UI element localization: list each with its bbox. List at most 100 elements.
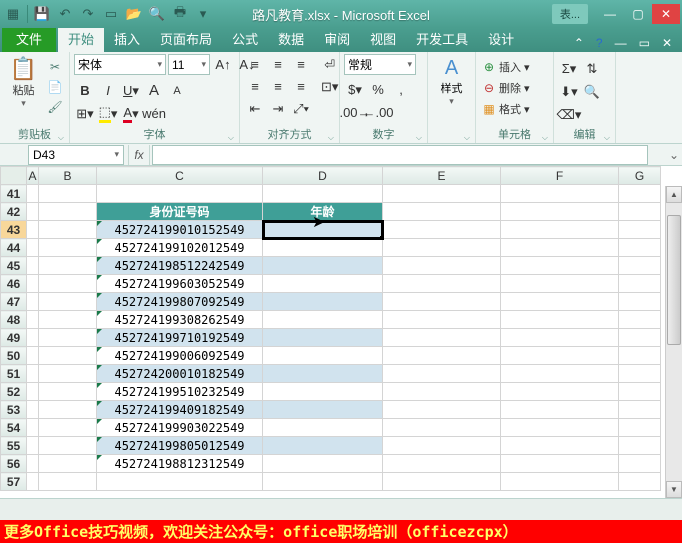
spreadsheet-grid[interactable]: A B C D E F G 4142身份证号码年龄434527241990101… [0,166,682,498]
cell[interactable] [263,437,383,455]
tab-dev[interactable]: 开发工具 [406,25,478,52]
font-big-a[interactable]: A [143,80,165,101]
col-header[interactable]: F [501,167,619,185]
col-header[interactable]: A [27,167,39,185]
orientation-icon[interactable]: ⤢▾ [290,98,312,119]
cell[interactable] [383,419,501,437]
cell[interactable] [39,365,97,383]
cell[interactable] [383,185,501,203]
qat-more-icon[interactable]: ▾ [192,3,214,25]
cell[interactable] [501,347,619,365]
row-header[interactable]: 52 [1,383,27,401]
col-header[interactable]: B [39,167,97,185]
cell[interactable] [501,293,619,311]
cell[interactable]: 452724199710192549 [97,329,263,347]
cell[interactable] [383,239,501,257]
cell[interactable] [383,203,501,221]
cell[interactable] [263,455,383,473]
tab-file[interactable]: 文件 [2,25,56,52]
cell[interactable] [383,257,501,275]
tab-data[interactable]: 数据 [268,25,314,52]
tab-formula[interactable]: 公式 [222,25,268,52]
align-center-icon[interactable]: ≡ [267,76,289,97]
cell[interactable] [27,437,39,455]
number-format-combo[interactable]: 常规▾ [344,54,416,75]
decrease-indent-icon[interactable]: ⇤ [244,98,266,119]
print-preview-icon[interactable]: 🔍 [146,3,168,25]
sheet-nav[interactable] [0,498,682,520]
scroll-up-icon[interactable]: ▲ [666,186,682,203]
row-header[interactable]: 43 [1,221,27,239]
cell[interactable] [501,275,619,293]
cell[interactable] [263,275,383,293]
styles-button[interactable]: A 样式 ▾ [432,54,471,107]
row-header[interactable]: 57 [1,473,27,491]
cell[interactable] [383,473,501,491]
format-painter-icon[interactable]: 🖌 [45,98,65,116]
tab-home[interactable]: 开始 [58,25,104,52]
cell[interactable] [619,257,661,275]
cell[interactable] [97,473,263,491]
cell[interactable] [39,185,97,203]
row-header[interactable]: 51 [1,365,27,383]
font-name-combo[interactable]: 宋体▾ [74,54,166,75]
cell[interactable] [619,311,661,329]
cell[interactable] [619,221,661,239]
delete-cells-button[interactable]: ⊖删除▾ [480,79,532,97]
tab-insert[interactable]: 插入 [104,25,150,52]
formula-input[interactable] [152,145,648,165]
new-icon[interactable]: ▭ [100,3,122,25]
increase-font-icon[interactable]: A↑ [212,54,234,75]
cell[interactable] [27,293,39,311]
cell[interactable] [383,365,501,383]
cell[interactable] [27,203,39,221]
copy-icon[interactable]: 📄 [45,78,65,96]
tab-view[interactable]: 视图 [360,25,406,52]
align-bottom-icon[interactable]: ≡ [290,54,312,75]
cell[interactable] [619,419,661,437]
row-header[interactable]: 41 [1,185,27,203]
fill-icon[interactable]: ⬇▾ [558,81,580,102]
underline-button[interactable]: U▾ [120,80,142,101]
cell[interactable] [263,365,383,383]
cell[interactable]: 452724199010152549 [97,221,263,239]
cell[interactable] [619,347,661,365]
cell[interactable]: 身份证号码 [97,203,263,221]
paste-button[interactable]: 📋 粘贴 ▾ [4,54,43,109]
open-icon[interactable]: 📂 [123,3,145,25]
fx-icon[interactable]: fx [128,145,150,165]
cut-icon[interactable]: ✂ [45,58,65,76]
cell[interactable] [39,329,97,347]
format-cells-button[interactable]: ▦格式▾ [480,100,532,118]
cell[interactable] [39,455,97,473]
close-button[interactable]: ✕ [652,4,680,24]
cell[interactable] [383,329,501,347]
doc-close-icon[interactable]: ✕ [658,34,676,52]
cell[interactable] [619,203,661,221]
cell[interactable] [619,401,661,419]
col-header[interactable]: G [619,167,661,185]
cell[interactable] [619,293,661,311]
align-left-icon[interactable]: ≡ [244,76,266,97]
cell[interactable]: 452724199805012549 [97,437,263,455]
cell[interactable]: 452724198812312549 [97,455,263,473]
cell[interactable] [619,329,661,347]
insert-cells-button[interactable]: ⊕插入▾ [480,58,532,76]
row-header[interactable]: 47 [1,293,27,311]
align-middle-icon[interactable]: ≡ [267,54,289,75]
cell[interactable] [27,419,39,437]
cell[interactable] [619,275,661,293]
cell[interactable] [27,365,39,383]
cell[interactable] [383,383,501,401]
cell[interactable] [97,185,263,203]
cell[interactable] [27,221,39,239]
redo-icon[interactable]: ↷ [77,3,99,25]
col-header[interactable]: E [383,167,501,185]
cell[interactable] [619,437,661,455]
cell[interactable]: 452724199102012549 [97,239,263,257]
help-icon[interactable]: ? [592,34,607,52]
fill-color-button[interactable]: ⬚▾ [97,103,119,124]
phonetic-button[interactable]: wén [143,103,165,124]
cell[interactable] [27,401,39,419]
cell[interactable] [501,419,619,437]
